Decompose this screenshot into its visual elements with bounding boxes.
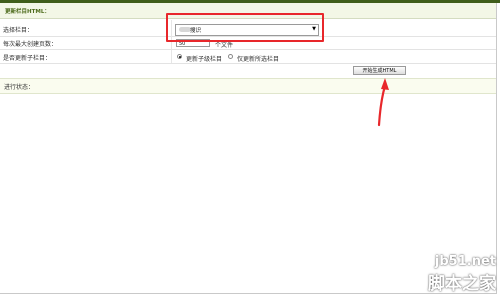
- watermark-name: 脚本之家: [428, 274, 496, 294]
- watermark-url: jb51.net: [434, 254, 496, 269]
- watermark: jb51.net 脚本之家: [428, 254, 496, 294]
- annotation-arrow-icon: [377, 78, 389, 127]
